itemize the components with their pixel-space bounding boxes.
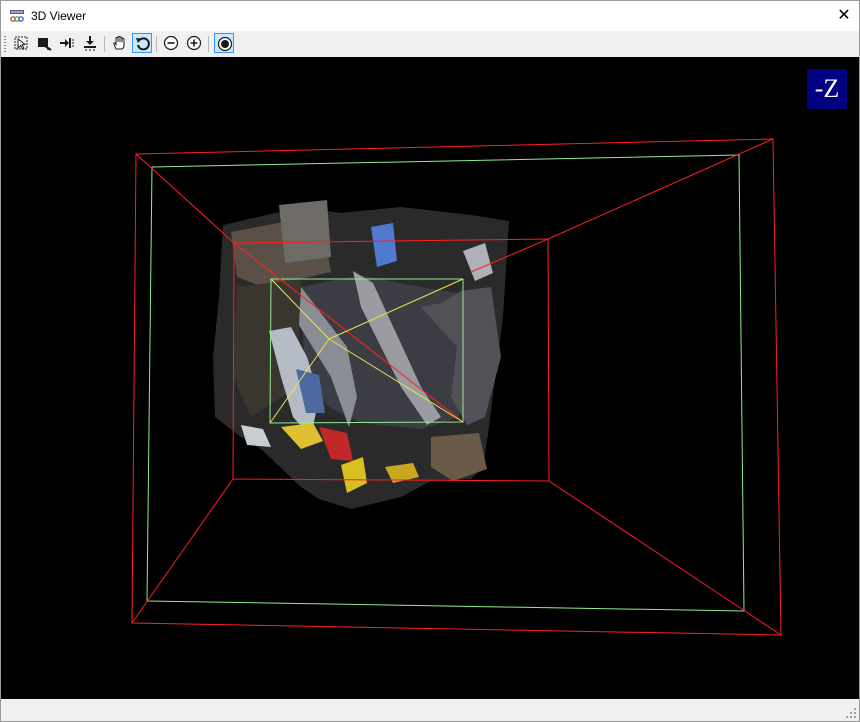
viewer-app-icon xyxy=(9,9,25,23)
fit-arrow-right-icon xyxy=(60,38,74,48)
camera-view-icon xyxy=(38,38,52,51)
toolbar-separator xyxy=(104,36,105,52)
zoom-out-icon xyxy=(163,35,179,51)
select-tool-button[interactable] xyxy=(11,33,31,53)
zoom-in-button[interactable] xyxy=(184,33,204,53)
title-bar[interactable]: 3D Viewer ✕ xyxy=(1,1,859,31)
record-icon xyxy=(217,36,233,52)
rotate-icon xyxy=(136,37,150,51)
fit-arrow-down-icon xyxy=(84,36,96,51)
point-cloud xyxy=(213,200,509,509)
fit-y-button[interactable] xyxy=(80,33,100,53)
toolbar-separator xyxy=(208,36,209,52)
toolbar-grip[interactable] xyxy=(4,36,6,52)
status-bar xyxy=(1,699,859,721)
hand-pan-icon xyxy=(113,35,125,50)
record-button[interactable] xyxy=(214,33,234,53)
toolbar-separator xyxy=(156,36,157,52)
point-cloud-scene xyxy=(131,138,782,636)
close-button[interactable]: ✕ xyxy=(829,1,859,31)
toolbar xyxy=(1,31,859,57)
axis-indicator-badge[interactable]: -Z xyxy=(807,69,847,109)
zoom-in-icon xyxy=(186,35,202,51)
resize-grip-icon[interactable] xyxy=(845,707,857,719)
select-region-icon xyxy=(14,36,28,50)
window-title: 3D Viewer xyxy=(31,9,87,23)
camera-view-button[interactable] xyxy=(34,33,54,53)
zoom-out-button[interactable] xyxy=(161,33,181,53)
rotate-tool-button[interactable] xyxy=(132,33,152,53)
pan-tool-button[interactable] xyxy=(109,33,129,53)
3d-viewport[interactable]: -Z xyxy=(1,57,859,699)
viewer-window: 3D Viewer ✕ -Z xyxy=(0,0,860,722)
fit-x-button[interactable] xyxy=(57,33,77,53)
